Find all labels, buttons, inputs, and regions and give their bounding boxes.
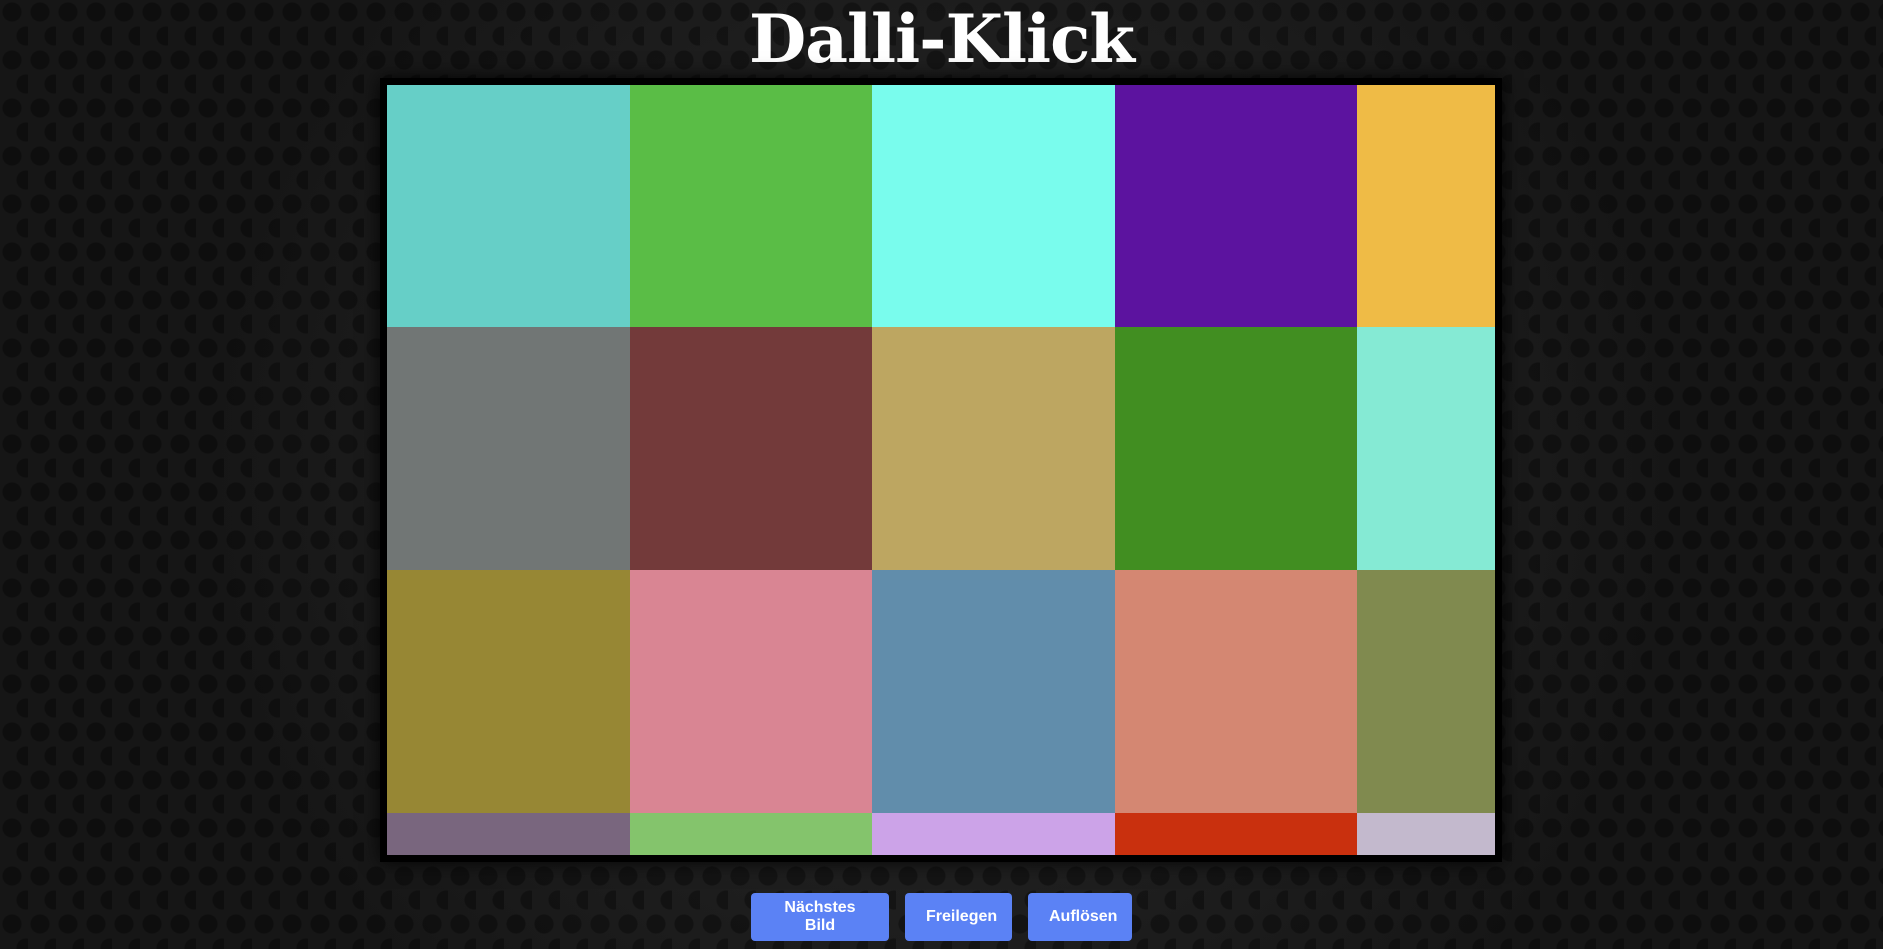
page-title: Dalli-Klick [748, 0, 1135, 78]
cover-tile[interactable] [872, 813, 1115, 855]
cover-tile[interactable] [1115, 327, 1357, 570]
cover-tile[interactable] [1357, 327, 1495, 570]
cover-tile[interactable] [872, 327, 1115, 570]
cover-tile[interactable] [387, 85, 630, 327]
cover-tile[interactable] [872, 570, 1115, 813]
cover-tile[interactable] [1115, 570, 1357, 813]
cover-tile[interactable] [1115, 813, 1357, 855]
next-image-button[interactable]: Nächstes Bild [751, 893, 889, 941]
reveal-button[interactable]: Freilegen [905, 893, 1012, 941]
tile-grid [387, 85, 1495, 855]
cover-tile[interactable] [630, 85, 872, 327]
solve-button[interactable]: Auflösen [1028, 893, 1132, 941]
image-board [380, 78, 1502, 862]
cover-tile[interactable] [630, 813, 872, 855]
page: { "title": "Dalli-Klick", "buttons": { "… [0, 0, 1883, 949]
cover-tile[interactable] [630, 570, 872, 813]
cover-tile[interactable] [630, 327, 872, 570]
controls-bar: Nächstes Bild Freilegen Auflösen [0, 893, 1883, 941]
cover-tile[interactable] [1357, 813, 1495, 855]
cover-tile[interactable] [1115, 85, 1357, 327]
cover-tile[interactable] [1357, 85, 1495, 327]
cover-tile[interactable] [1357, 570, 1495, 813]
cover-tile[interactable] [387, 327, 630, 570]
cover-tile[interactable] [387, 570, 630, 813]
cover-tile[interactable] [872, 85, 1115, 327]
cover-tile[interactable] [387, 813, 630, 855]
